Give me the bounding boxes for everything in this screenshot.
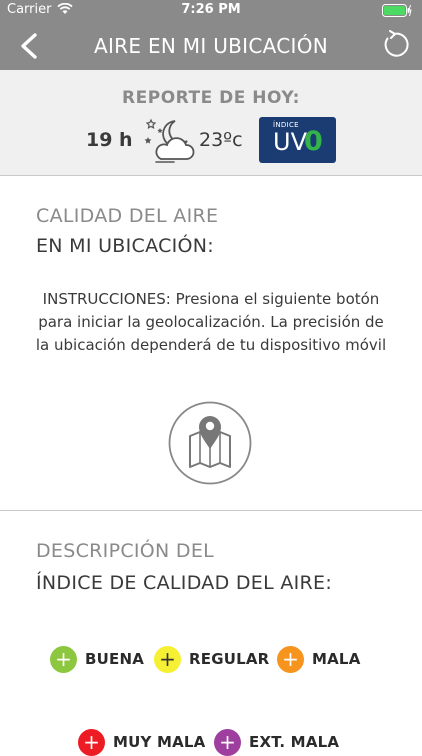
- today-report: REPORTE DE HOY: 19 h 23ºc ÍNDICE UV 0: [0, 70, 422, 176]
- section-divider: [0, 510, 422, 511]
- status-bar: Carrier 7:26 PM: [0, 0, 422, 20]
- report-hour: 19 h: [86, 129, 133, 151]
- plus-icon: +: [214, 728, 241, 756]
- report-temperature: 23ºc: [199, 129, 243, 151]
- plus-icon: +: [50, 645, 77, 673]
- status-time: 7:26 PM: [181, 2, 241, 17]
- plus-icon: +: [277, 645, 304, 673]
- legend-label: REGULAR: [189, 650, 270, 668]
- refresh-icon[interactable]: [380, 30, 410, 60]
- uv-index-badge: ÍNDICE UV 0: [259, 117, 336, 163]
- section-subtitle-my-location: EN MI UBICACIÓN:: [36, 235, 215, 257]
- page-title: AIRE EN MI UBICACIÓN: [93, 34, 329, 58]
- section-subtitle-air-quality-index: ÍNDICE DE CALIDAD DEL AIRE:: [36, 572, 333, 594]
- plus-icon: +: [154, 645, 181, 673]
- legend-item-mala[interactable]: + MALA: [277, 645, 361, 673]
- report-title: REPORTE DE HOY:: [122, 88, 300, 108]
- legend-label: MUY MALA: [113, 733, 206, 751]
- geolocation-button[interactable]: [168, 401, 252, 485]
- legend-item-muy-mala[interactable]: + MUY MALA: [78, 728, 206, 756]
- instructions-text: INSTRUCCIONES: Presiona el siguiente bot…: [35, 290, 387, 354]
- plus-icon: +: [78, 728, 105, 756]
- battery-icon: [382, 4, 412, 17]
- legend-item-regular[interactable]: + REGULAR: [154, 645, 269, 673]
- nav-bar: AIRE EN MI UBICACIÓN: [0, 20, 422, 70]
- section-title-description: DESCRIPCIÓN DEL: [36, 540, 215, 562]
- legend-label: MALA: [312, 650, 361, 668]
- uv-label: UV: [273, 128, 307, 156]
- legend-item-ext-mala[interactable]: + EXT. MALA: [214, 728, 339, 756]
- legend-item-buena[interactable]: + BUENA: [50, 645, 144, 673]
- section-title-air-quality: CALIDAD DEL AIRE: [36, 205, 219, 227]
- uv-value: 0: [304, 126, 323, 157]
- legend-label: EXT. MALA: [249, 733, 340, 751]
- legend-label: BUENA: [85, 650, 145, 668]
- night-partly-cloudy-icon: [144, 118, 195, 163]
